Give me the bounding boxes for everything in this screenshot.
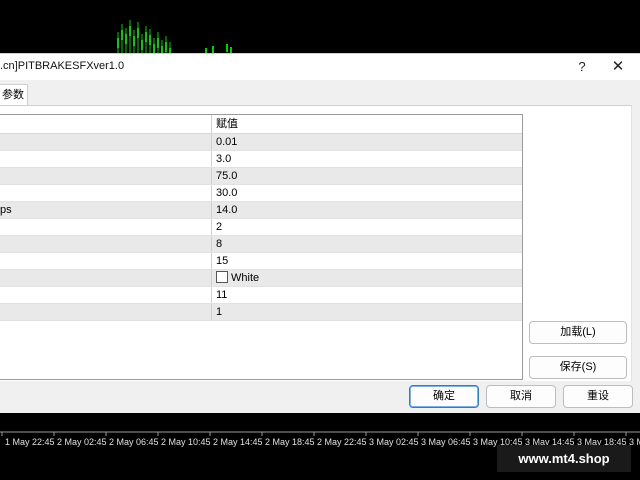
- checkbox-icon[interactable]: [216, 271, 228, 283]
- candle-body: [149, 35, 151, 45]
- table-row[interactable]: 1: [0, 304, 522, 321]
- candle-body: [121, 30, 123, 40]
- parameter-value[interactable]: 75.0: [216, 168, 237, 184]
- candle-body: [117, 38, 119, 48]
- time-axis-label: 2 May 06:45: [109, 437, 159, 447]
- parameter-name: [0, 270, 212, 286]
- candle-body: [133, 36, 135, 46]
- parameter-name: [0, 304, 212, 320]
- table-row[interactable]: 15: [0, 253, 522, 270]
- table-row[interactable]: ps 14.0: [0, 202, 522, 219]
- parameter-value[interactable]: 15: [216, 253, 228, 269]
- parameter-name: ps: [0, 202, 212, 218]
- parameter-name: [0, 168, 212, 184]
- parameter-value[interactable]: White: [216, 270, 259, 286]
- table-row[interactable]: 0.01: [0, 134, 522, 151]
- parameter-value[interactable]: 30.0: [216, 185, 237, 201]
- time-axis-label: 3 May 02:45: [369, 437, 419, 447]
- save-button[interactable]: 保存(S): [529, 356, 627, 379]
- help-icon[interactable]: ?: [570, 56, 594, 78]
- parameter-value[interactable]: 14.0: [216, 202, 237, 218]
- dialog-title: .cn]PITBRAKESFXver1.0: [0, 60, 125, 72]
- cancel-button[interactable]: 取消: [486, 385, 556, 408]
- parameter-value[interactable]: 2: [216, 219, 222, 235]
- parameter-name: [0, 219, 212, 235]
- parameter-name: [0, 287, 212, 303]
- table-header: 赋值: [0, 115, 522, 134]
- parameter-value[interactable]: 1: [216, 304, 222, 320]
- ok-button[interactable]: 确定: [409, 385, 479, 408]
- table-row[interactable]: 2: [0, 219, 522, 236]
- parameter-name: [0, 253, 212, 269]
- parameters-table[interactable]: 赋值 0.01 3.0 75.0 30.0 ps 14.0 2 8 15 White 11 1: [0, 114, 523, 380]
- candle-body: [137, 28, 139, 38]
- table-row[interactable]: 75.0: [0, 168, 522, 185]
- reset-button[interactable]: 重设: [563, 385, 633, 408]
- table-row[interactable]: 8: [0, 236, 522, 253]
- value-column-header: 赋值: [216, 118, 238, 130]
- expert-properties-dialog: .cn]PITBRAKESFXver1.0 ? ✕ 参数 赋值 0.01 3.0 7…: [0, 53, 640, 413]
- time-axis-label: 2 May 02:45: [57, 437, 107, 447]
- parameter-name: [0, 185, 212, 201]
- parameter-value-text: White: [231, 272, 260, 284]
- parameter-value[interactable]: 3.0: [216, 151, 231, 167]
- close-icon[interactable]: ✕: [604, 56, 632, 78]
- parameter-value[interactable]: 8: [216, 236, 222, 252]
- time-axis-label: 2 May 18:45: [265, 437, 315, 447]
- parameter-value[interactable]: 11: [216, 287, 227, 303]
- candle-body: [145, 32, 147, 42]
- time-axis-label: 3 May 06:45: [421, 437, 471, 447]
- variable-column-header: [0, 115, 212, 133]
- time-axis-label: 1 May 22:45: [5, 437, 55, 447]
- table-row[interactable]: 3.0: [0, 151, 522, 168]
- candle-body: [141, 40, 143, 50]
- tab-inputs[interactable]: 参数: [0, 84, 28, 106]
- candle-body: [129, 26, 131, 36]
- time-axis-ticks: [1, 432, 627, 436]
- time-axis-label: 2 May 22:45: [317, 437, 367, 447]
- table-row[interactable]: 11: [0, 287, 522, 304]
- load-button[interactable]: 加载(L): [529, 321, 627, 344]
- time-axis-label: 2 May 10:45: [161, 437, 211, 447]
- parameter-value[interactable]: 0.01: [216, 134, 237, 150]
- candle-body: [165, 42, 167, 52]
- watermark: www.mt4.shop: [497, 445, 631, 472]
- table-row[interactable]: 30.0: [0, 185, 522, 202]
- candle-body: [157, 38, 159, 48]
- candle-body: [125, 34, 127, 44]
- dialog-titlebar[interactable]: .cn]PITBRAKESFXver1.0 ? ✕: [0, 54, 640, 80]
- candle-body: [226, 44, 228, 52]
- table-row[interactable]: White: [0, 270, 522, 287]
- time-axis-label: 2 May 14:45: [213, 437, 263, 447]
- parameter-name: [0, 134, 212, 150]
- parameter-name: [0, 151, 212, 167]
- parameter-name: [0, 236, 212, 252]
